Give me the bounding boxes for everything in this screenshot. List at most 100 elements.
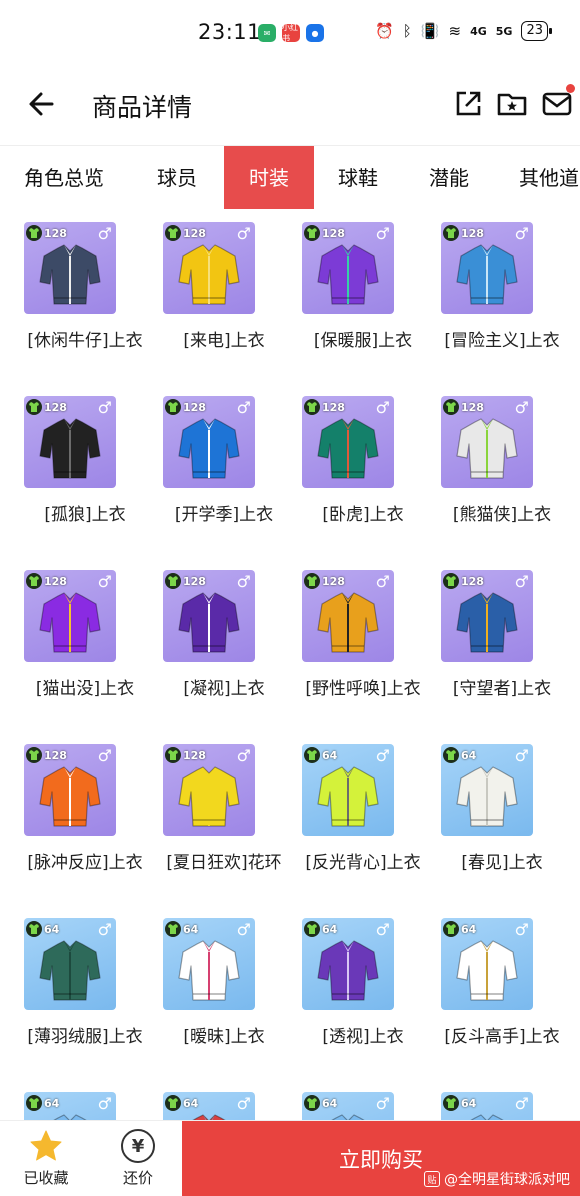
nav-bar: 商品详情 [0,68,580,144]
level-tag: 128 [26,747,67,763]
list-item[interactable]: 128 ♂ [卧虎]上衣 [292,396,422,566]
list-item[interactable]: 128 ♂ [守望者]上衣 [431,570,561,740]
shirt-level-icon [304,747,320,763]
list-item[interactable]: 128 ♂ [保暖服]上衣 [292,222,422,392]
level-tag: 64 [26,1095,59,1111]
tab-4[interactable]: 潜能 [429,146,469,209]
male-gender-icon: ♂ [514,1094,529,1113]
level-tag: 128 [443,573,484,589]
wechat-icon: ✉ [258,24,276,42]
watermark: 贴 @全明星街球派对吧 [424,1169,570,1189]
favorite-folder-button[interactable] [496,88,528,120]
tab-1[interactable]: 球员 [157,146,197,209]
item-thumbnail: 128 ♂ [441,396,533,488]
level-number: 64 [322,748,338,762]
item-name: [来电]上衣 [183,331,265,351]
list-item[interactable]: 128 ♂ [凝视]上衣 [153,570,283,740]
garment-image [317,244,379,305]
wifi-icon: ≋ [448,22,462,40]
messages-button[interactable] [541,84,575,120]
item-thumbnail: 128 ♂ [24,744,116,836]
garment-image [39,940,101,1001]
list-item[interactable]: 128 ♂ [野性呼唤]上衣 [292,570,422,740]
status-indicators: ⏰ ᛒ 📳 ≋ 4G 5G 23 [375,21,552,41]
yen-icon: ¥ [121,1129,155,1163]
favorite-button[interactable]: 已收藏 [16,1129,76,1188]
shirt-level-icon [165,1095,181,1111]
garment-image [317,418,379,479]
shirt-level-icon [443,921,459,937]
garment-image [178,766,240,827]
shirt-level-icon [26,1095,42,1111]
tab-2[interactable]: 时装 [224,146,314,209]
list-item[interactable]: 64 ♂ [反光背心]上衣 [292,744,422,914]
list-item[interactable]: 128 ♂ [熊猫侠]上衣 [431,396,561,566]
level-tag: 128 [165,225,206,241]
list-item[interactable]: 64 ♂ [春见]上衣 [431,744,561,914]
shirt-level-icon [26,225,42,241]
notification-dot [566,84,575,93]
shirt-level-icon [26,921,42,937]
level-number: 64 [461,922,477,936]
bargain-button[interactable]: ¥ 还价 [108,1129,168,1188]
male-gender-icon: ♂ [514,920,529,939]
list-item[interactable]: 64 ♂ [反斗高手]上衣 [431,918,561,1088]
male-gender-icon: ♂ [236,572,251,591]
level-tag: 64 [443,1095,476,1111]
list-item[interactable]: 64 ♂ [暧昧]上衣 [153,918,283,1088]
tab-5[interactable]: 其他道 [519,146,579,209]
back-button[interactable] [24,86,60,122]
list-item[interactable]: 128 ♂ [冒险主义]上衣 [431,222,561,392]
item-thumbnail: 128 ♂ [163,744,255,836]
item-name: [冒险主义]上衣 [444,331,560,351]
item-name: [野性呼唤]上衣 [305,679,421,699]
forum-logo-icon: 贴 [424,1171,440,1187]
list-item[interactable]: 128 ♂ [开学季]上衣 [153,396,283,566]
list-item[interactable]: 128 ♂ [孤狼]上衣 [14,396,144,566]
garment-image [456,766,518,827]
list-item[interactable]: 128 ♂ [夏日狂欢]花环 [153,744,283,914]
male-gender-icon: ♂ [375,1094,390,1113]
male-gender-icon: ♂ [236,746,251,765]
level-tag: 128 [165,399,206,415]
list-item[interactable]: 128 ♂ [脉冲反应]上衣 [14,744,144,914]
level-tag: 128 [165,573,206,589]
item-thumbnail: 128 ♂ [24,222,116,314]
male-gender-icon: ♂ [514,224,529,243]
male-gender-icon: ♂ [97,920,112,939]
level-number: 64 [461,748,477,762]
list-item[interactable]: 128 ♂ [休闲牛仔]上衣 [14,222,144,392]
level-number: 64 [322,922,338,936]
item-name: [熊猫侠]上衣 [452,505,552,525]
male-gender-icon: ♂ [236,920,251,939]
star-icon [30,1130,62,1161]
list-item[interactable]: 128 ♂ [猫出没]上衣 [14,570,144,740]
alarm-icon: ⏰ [375,22,394,40]
list-item[interactable]: 64 ♂ [薄羽绒服]上衣 [14,918,144,1088]
item-thumbnail: 128 ♂ [163,570,255,662]
level-tag: 128 [26,573,67,589]
item-thumbnail: 128 ♂ [302,396,394,488]
shirt-level-icon [165,573,181,589]
garment-image [39,592,101,653]
tab-0[interactable]: 角色总览 [24,146,104,209]
level-tag: 128 [443,225,484,241]
list-item[interactable]: 64 ♂ [透视]上衣 [292,918,422,1088]
bargain-label: 还价 [122,1169,153,1187]
list-item[interactable]: 128 ♂ [来电]上衣 [153,222,283,392]
item-thumbnail: 128 ♂ [163,222,255,314]
male-gender-icon: ♂ [375,920,390,939]
garment-image [178,940,240,1001]
share-button[interactable] [452,88,484,120]
level-number: 128 [322,574,345,588]
item-name: [脉冲反应]上衣 [27,853,143,873]
buy-now-button[interactable]: 立即购买 贴 @全明星街球派对吧 [182,1121,580,1196]
male-gender-icon: ♂ [97,224,112,243]
level-number: 128 [44,574,67,588]
male-gender-icon: ♂ [514,572,529,591]
level-number: 128 [322,400,345,414]
level-number: 128 [183,400,206,414]
tab-3[interactable]: 球鞋 [338,146,378,209]
shirt-level-icon [443,747,459,763]
chat-app-icon: ● [306,24,324,42]
